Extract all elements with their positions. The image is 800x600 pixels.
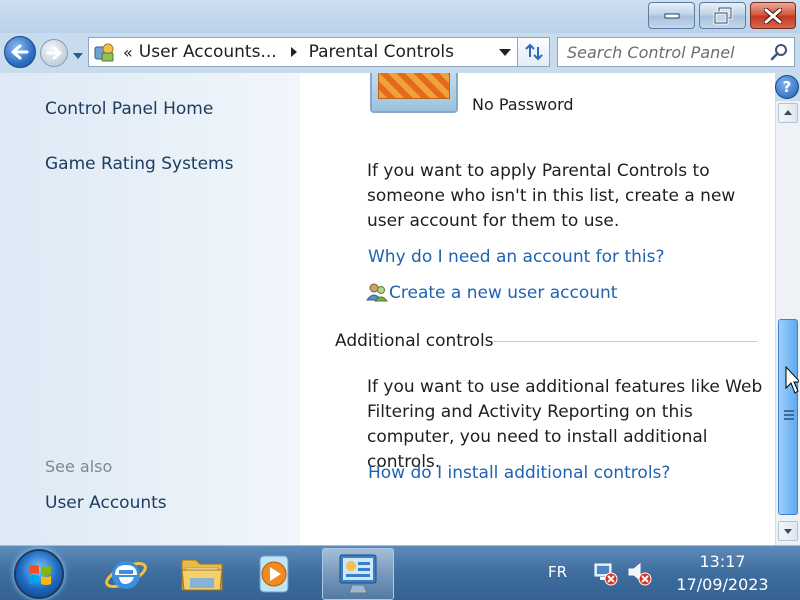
see-also-heading: See also [45,457,113,476]
breadcrumb-parental-controls[interactable]: Parental Controls [309,42,454,62]
folder-icon [181,559,223,591]
vertical-scrollbar[interactable] [775,101,800,545]
system-clock[interactable]: 13:17 17/09/2023 [660,551,785,597]
taskbar-windows-explorer[interactable] [168,548,236,600]
control-panel-window: « User Accounts... Parental Controls Con… [0,0,800,545]
account-status-text: No Password [472,95,574,114]
sidebar-item-game-rating-systems[interactable]: Game Rating Systems [45,154,233,174]
forward-button[interactable] [40,39,68,67]
install-controls-link[interactable]: How do I install additional controls? [368,463,670,483]
control-panel-app-icon [339,554,377,594]
forward-arrow-icon [46,46,62,60]
sidebar-item-user-accounts[interactable]: User Accounts [45,493,167,513]
create-user-account-link[interactable]: Create a new user account [389,283,617,303]
close-icon [764,7,782,24]
restore-icon [713,6,732,24]
task-pane: Control Panel Home Game Rating Systems S… [0,73,300,545]
grip-icon [784,410,794,422]
media-player-icon [259,555,289,593]
mouse-cursor-icon [785,366,799,394]
intro-paragraph: If you want to apply Parental Controls t… [367,161,736,231]
main-content: No Password If you want to apply Parenta… [300,73,775,545]
users-icon [366,283,388,302]
minimize-button[interactable] [648,2,695,29]
minimize-icon [664,13,679,18]
refresh-button[interactable] [518,37,550,67]
scroll-thumb[interactable] [778,319,798,515]
breadcrumb-user-accounts[interactable]: User Accounts... [139,42,277,62]
close-button[interactable] [750,2,796,29]
additional-controls-paragraph: If you want to use additional features l… [367,377,763,472]
taskbar: FR 13:17 17/09/2023 [0,545,800,600]
start-button[interactable] [14,549,64,599]
back-arrow-icon [11,44,29,60]
speaker-muted-icon[interactable] [626,560,652,586]
search-box[interactable] [557,37,795,67]
sidebar-item-control-panel-home[interactable]: Control Panel Home [45,99,213,119]
why-account-link[interactable]: Why do I need an account for this? [368,247,665,267]
scroll-down-button[interactable] [778,521,798,541]
section-divider [492,341,757,342]
recent-pages-dropdown[interactable] [72,47,84,59]
breadcrumb-arrow-icon[interactable] [290,47,297,57]
refresh-icon [525,43,543,61]
breadcrumb-overflow[interactable]: « [123,43,133,62]
search-input[interactable] [558,38,763,66]
chevron-down-icon [73,53,83,59]
address-bar[interactable]: « User Accounts... Parental Controls [88,37,518,67]
network-disconnected-icon[interactable] [592,560,618,586]
restore-button[interactable] [699,2,746,29]
additional-controls-heading: Additional controls [335,331,494,351]
taskbar-control-panel[interactable] [322,548,394,600]
language-indicator[interactable]: FR [548,563,567,581]
back-button[interactable] [4,36,36,68]
user-account-picture[interactable] [370,73,458,113]
clock-date: 17/09/2023 [676,575,769,594]
help-icon: ? [782,78,792,96]
clock-time: 13:17 [699,552,746,571]
address-dropdown-icon[interactable] [499,49,511,56]
taskbar-media-player[interactable] [240,548,308,600]
help-button[interactable]: ? [775,75,799,99]
navigation-bar: « User Accounts... Parental Controls [0,33,800,73]
taskbar-internet-explorer[interactable] [92,548,160,600]
control-panel-icon [93,41,115,63]
internet-explorer-icon [105,561,147,589]
title-bar [0,0,800,33]
windows-logo-icon [29,565,51,585]
scroll-up-button[interactable] [778,103,798,123]
search-icon[interactable] [770,43,788,61]
